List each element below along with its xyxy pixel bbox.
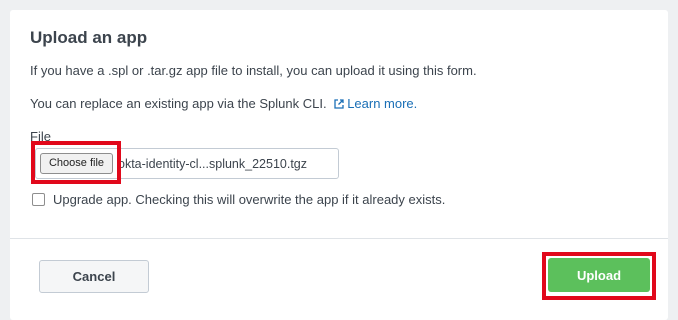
selected-file-name: okta-identity-cl...splunk_22510.tgz xyxy=(118,157,307,171)
cancel-button[interactable]: Cancel xyxy=(39,260,149,293)
choose-file-button[interactable]: Choose file xyxy=(40,153,113,174)
intro-text: If you have a .spl or .tar.gz app file t… xyxy=(30,63,477,78)
learn-more-label: Learn more. xyxy=(347,96,418,111)
file-input[interactable]: Choose file okta-identity-cl...splunk_22… xyxy=(35,148,339,179)
cli-text: You can replace an existing app via the … xyxy=(30,96,327,111)
external-link-icon xyxy=(334,99,344,109)
cli-text-row: You can replace an existing app via the … xyxy=(30,96,417,111)
file-label: File xyxy=(30,129,51,144)
upgrade-app-label: Upgrade app. Checking this will overwrit… xyxy=(53,192,446,207)
learn-more-link[interactable]: Learn more. xyxy=(334,96,417,111)
upload-app-dialog: Upload an app If you have a .spl or .tar… xyxy=(10,10,668,320)
upload-button[interactable]: Upload xyxy=(548,258,650,292)
footer-divider xyxy=(10,238,668,239)
upgrade-app-row[interactable]: Upgrade app. Checking this will overwrit… xyxy=(32,192,445,207)
dialog-title: Upload an app xyxy=(30,28,148,47)
upgrade-app-checkbox[interactable] xyxy=(32,193,45,206)
